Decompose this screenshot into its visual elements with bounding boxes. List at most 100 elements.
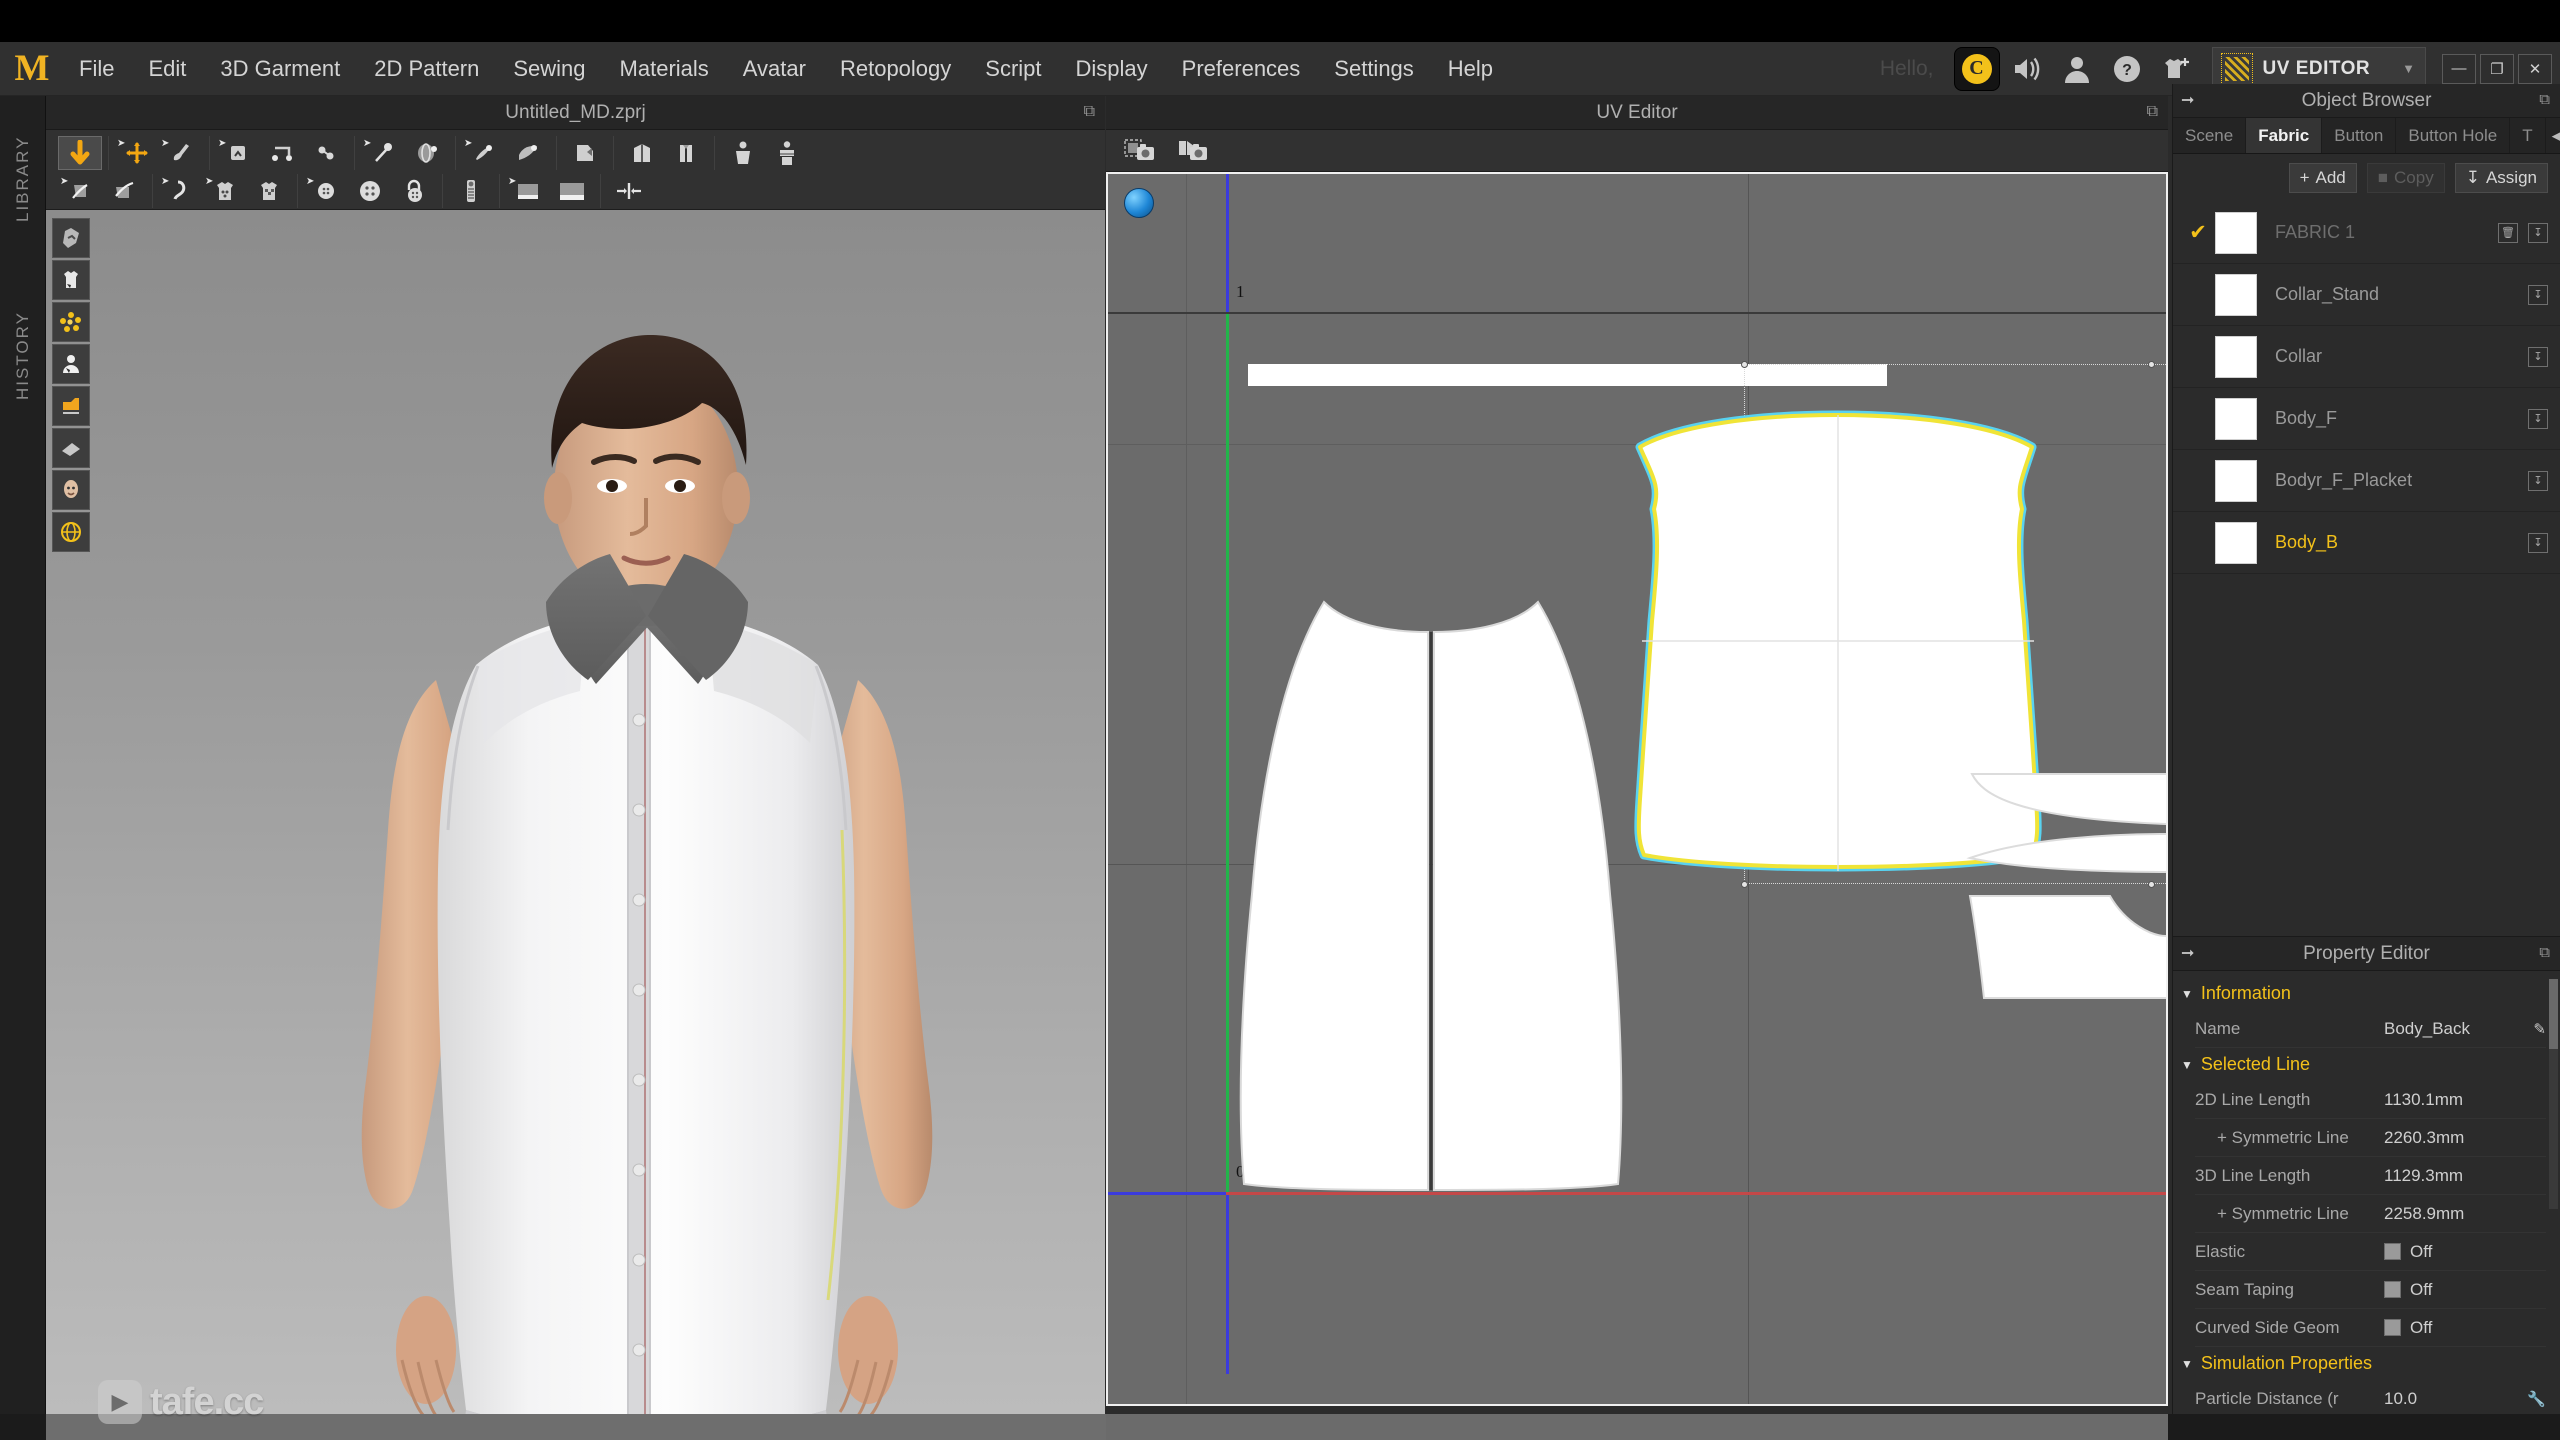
tab-button[interactable]: Button: [2322, 118, 2397, 153]
viewport3d-canvas[interactable]: ▶ tafe.cc: [46, 210, 1105, 1440]
property-group-selected-line[interactable]: ▼ Selected Line: [2173, 1048, 2560, 1081]
menu-sewing[interactable]: Sewing: [496, 42, 602, 96]
property-row-curved-side-geom[interactable]: Curved Side Geom Off: [2195, 1309, 2546, 1347]
fabric-swatch[interactable]: [2215, 273, 2257, 316]
uv-pattern-collar-band-1[interactable]: [1970, 772, 2166, 828]
menu-2d-pattern[interactable]: 2D Pattern: [357, 42, 496, 96]
closet-icon[interactable]: C: [1953, 46, 2000, 91]
uv-pattern-collar[interactable]: [1966, 892, 2166, 1002]
property-editor-scrollbar[interactable]: [2549, 979, 2558, 1209]
uv-pattern-collar-strip[interactable]: [1248, 364, 1744, 386]
globe-tool[interactable]: [52, 512, 90, 552]
segment-sewing-tool[interactable]: [260, 136, 304, 170]
avatar-select-tool[interactable]: [52, 344, 90, 384]
tab-button-hole[interactable]: Button Hole: [2396, 118, 2511, 153]
property-value[interactable]: Body_Back: [2384, 1019, 2524, 1039]
garment-texture-tool[interactable]: [247, 174, 291, 208]
stitch-tool[interactable]: [607, 174, 651, 208]
checkbox-icon[interactable]: [2384, 1318, 2401, 1336]
menu-file[interactable]: File: [62, 42, 131, 96]
assign-button[interactable]: ↧ Assign: [2454, 163, 2548, 193]
fabric-row-4[interactable]: Body_F ↧: [2173, 388, 2560, 450]
tab-scroll-arrows[interactable]: ◀ ▶: [2546, 118, 2560, 153]
sel-handle-tl[interactable]: [1741, 361, 1748, 368]
pin-icon[interactable]: ➞: [2181, 943, 2194, 963]
property-value-wrap[interactable]: Off: [2384, 1318, 2524, 1338]
fabric-row-3[interactable]: Collar ↧: [2173, 326, 2560, 388]
uv-pattern-collar-band-2[interactable]: [1966, 832, 2166, 874]
help-icon[interactable]: ?: [2104, 48, 2150, 90]
menu-retopology[interactable]: Retopology: [823, 42, 968, 96]
menu-display[interactable]: Display: [1059, 42, 1165, 96]
hand-tool[interactable]: [52, 218, 90, 258]
edit-pencil-icon[interactable]: ✎: [2524, 1020, 2546, 1038]
zipper-pattern-tool[interactable]: [664, 136, 708, 170]
popout-icon[interactable]: ⧉: [2539, 91, 2550, 108]
plane-tool[interactable]: [52, 428, 90, 468]
particle-tool[interactable]: [52, 302, 90, 342]
fabric-row-1[interactable]: ✔ FABRIC 1 🗑 ↧: [2173, 202, 2560, 264]
minimize-button[interactable]: —: [2442, 53, 2476, 84]
face-tool[interactable]: [52, 470, 90, 510]
pressure-tool[interactable]: [102, 174, 146, 208]
uv-globe-icon[interactable]: [1124, 188, 1154, 218]
tab-topstitch[interactable]: T: [2510, 118, 2546, 153]
circumference-tool[interactable]: [405, 136, 449, 170]
save-icon[interactable]: ↧: [2528, 284, 2548, 305]
fabric-swatch[interactable]: [2215, 211, 2257, 254]
transform-tool[interactable]: ➤: [115, 136, 159, 170]
menu-preferences[interactable]: Preferences: [1165, 42, 1318, 96]
pin-icon[interactable]: ➞: [2181, 90, 2194, 110]
save-icon[interactable]: ↧: [2528, 470, 2548, 491]
fold-arrangement-tool[interactable]: [506, 136, 550, 170]
button-tool[interactable]: ➤: [304, 174, 348, 208]
buttonhole-tool[interactable]: [392, 174, 436, 208]
sel-handle-bc[interactable]: [2148, 881, 2155, 888]
fabric-box-tool[interactable]: [52, 386, 90, 426]
property-group-information[interactable]: ▼ Information: [2173, 977, 2560, 1010]
property-group-simulation-properties[interactable]: ▼ Simulation Properties: [2173, 1347, 2560, 1380]
zipper-tool[interactable]: [449, 174, 493, 208]
save-icon[interactable]: ↧: [2528, 222, 2548, 243]
brush-tool[interactable]: ➤: [159, 136, 203, 170]
save-icon[interactable]: ↧: [2528, 408, 2548, 429]
property-row-seam-taping[interactable]: Seam Taping Off: [2195, 1271, 2546, 1309]
menu-settings[interactable]: Settings: [1317, 42, 1431, 96]
button-big-tool[interactable]: [348, 174, 392, 208]
select-move-tool[interactable]: [58, 136, 102, 170]
property-row-particle-distance[interactable]: Particle Distance (r 10.0 🔧: [2195, 1380, 2546, 1418]
pin-tool[interactable]: ➤: [462, 136, 506, 170]
fabric-check-icon[interactable]: ✔: [2181, 220, 2215, 245]
volume-icon[interactable]: [2004, 48, 2050, 90]
sel-handle-tc[interactable]: [2148, 361, 2155, 368]
menu-3d-garment[interactable]: 3D Garment: [203, 42, 357, 96]
property-value-wrap[interactable]: Off: [2384, 1280, 2524, 1300]
avatar-tool[interactable]: [721, 136, 765, 170]
restore-button[interactable]: ❐: [2480, 53, 2514, 84]
tab-fabric[interactable]: Fabric: [2246, 118, 2323, 153]
sewing-tool[interactable]: ➤: [216, 136, 260, 170]
popout-icon[interactable]: ⧉: [2147, 103, 2158, 121]
tack-tool[interactable]: ➤: [159, 174, 203, 208]
property-value-wrap[interactable]: Off: [2384, 1242, 2524, 1262]
fabric-row-5[interactable]: Bodyr_F_Placket ↧: [2173, 450, 2560, 512]
menu-materials[interactable]: Materials: [603, 42, 726, 96]
checkbox-icon[interactable]: [2384, 1280, 2401, 1298]
uv-snapshot-icon[interactable]: [1120, 135, 1160, 167]
menu-edit[interactable]: Edit: [131, 42, 203, 96]
fabric-swatch[interactable]: [2215, 335, 2257, 378]
measure-tool[interactable]: ➤: [361, 136, 405, 170]
delete-icon[interactable]: 🗑: [2498, 222, 2518, 243]
tab-scene[interactable]: Scene: [2173, 118, 2247, 153]
rail-tab-history[interactable]: HISTORY: [0, 281, 46, 431]
property-value[interactable]: 10.0: [2384, 1389, 2524, 1409]
uv-editor-canvas[interactable]: 1 0 1: [1106, 172, 2168, 1406]
symmetric-pattern-tool[interactable]: [620, 136, 664, 170]
free-sewing-tool[interactable]: [304, 136, 348, 170]
avatar-size-tool[interactable]: [765, 136, 809, 170]
gravity-tool[interactable]: ➤: [58, 174, 102, 208]
menu-help[interactable]: Help: [1431, 42, 1510, 96]
fabric-swatch[interactable]: [2215, 397, 2257, 440]
add-button[interactable]: + Add: [2288, 163, 2357, 193]
fabric-row-6[interactable]: Body_B ↧: [2173, 512, 2560, 574]
